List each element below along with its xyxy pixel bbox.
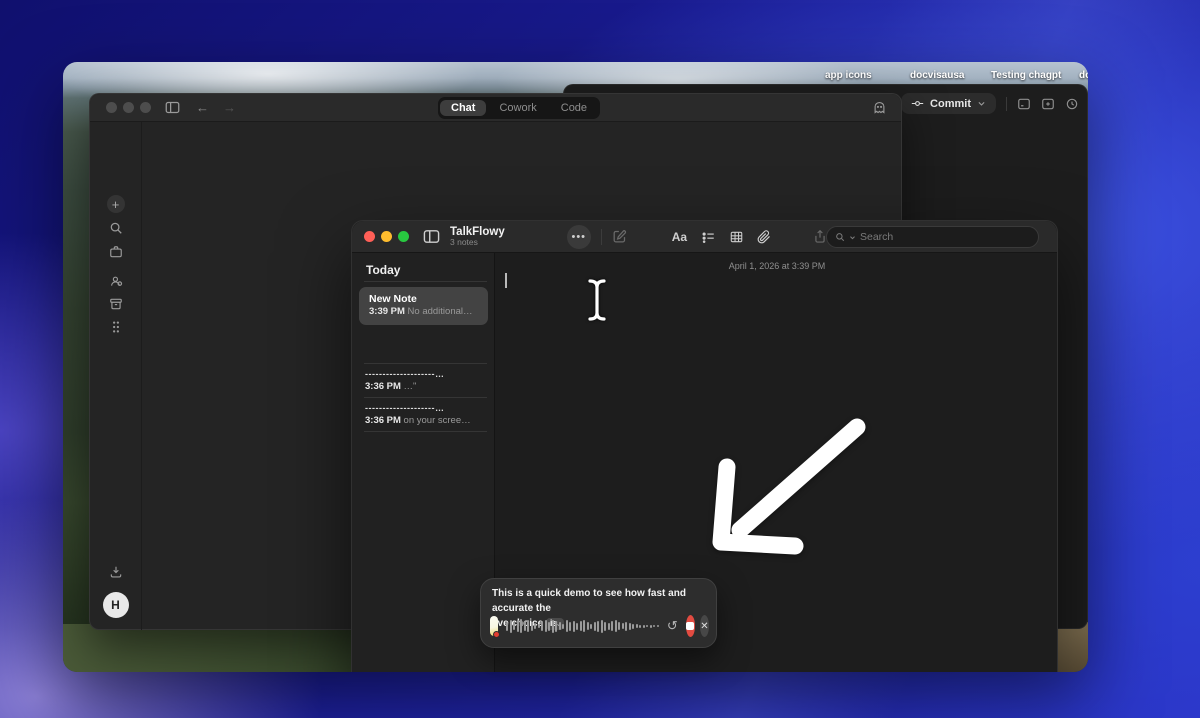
note-title: --------------------… [365, 369, 485, 379]
dictation-overlay: This is a quick demo to see how fast and… [480, 578, 717, 648]
back-arrow-icon[interactable]: ← [196, 100, 209, 115]
desktop-item-label[interactable]: docvisausa [910, 70, 964, 81]
note-date: April 1, 2026 at 3:39 PM [495, 261, 1059, 271]
restart-icon[interactable]: ↺ [667, 618, 678, 634]
paperclip-icon[interactable] [757, 230, 771, 244]
terminal-panel-icon[interactable] [1017, 97, 1031, 111]
minimize-window-button[interactable] [123, 102, 134, 113]
new-item-button[interactable]: + [107, 195, 125, 213]
zoom-window-button[interactable] [140, 102, 151, 113]
dictation-controls: ↺ ✕ [490, 614, 709, 638]
minimize-window-button[interactable] [381, 231, 392, 242]
divider [364, 363, 487, 364]
close-window-button[interactable] [106, 102, 117, 113]
divider [364, 397, 487, 398]
contact-chat-icon[interactable] [109, 274, 123, 288]
briefcase-icon[interactable] [109, 245, 123, 259]
window-subtitle: 3 notes [450, 238, 505, 247]
divider [364, 281, 487, 282]
more-options-button[interactable]: ••• [567, 225, 591, 249]
search-placeholder: Search [860, 231, 893, 243]
close-icon[interactable]: ✕ [700, 615, 709, 637]
commit-button[interactable]: Commit [901, 93, 996, 114]
tab-chat[interactable]: Chat [440, 100, 486, 116]
history-icon[interactable] [1065, 97, 1079, 111]
notes-sidebar: Today New Note 3:39 PM No additional… --… [352, 253, 495, 672]
note-list-item-selected[interactable]: New Note 3:39 PM No additional… [359, 287, 488, 325]
text-caret [505, 273, 507, 288]
avatar[interactable]: H [103, 592, 129, 618]
search-icon[interactable] [109, 221, 123, 235]
table-icon[interactable] [729, 230, 744, 244]
commit-label: Commit [930, 98, 971, 110]
desktop-item-label[interactable]: Testing chagpt [991, 70, 1061, 81]
toolbar-divider [601, 229, 602, 245]
ibeam-cursor [586, 277, 608, 323]
section-header: Today [366, 263, 400, 277]
note-title: New Note [369, 293, 417, 305]
download-icon[interactable] [109, 565, 123, 579]
notes-titlebar[interactable]: TalkFlowy 3 notes ••• Aa ••• Search [352, 221, 1057, 253]
desktop-item-label[interactable]: do [1079, 70, 1088, 81]
divider [364, 431, 487, 432]
desktop-item-label[interactable]: app icons [825, 70, 872, 81]
chat-tabs: Chat Cowork Code [438, 97, 600, 119]
close-window-button[interactable] [364, 231, 375, 242]
search-field[interactable]: Search [826, 226, 1039, 248]
share-icon[interactable] [813, 229, 827, 244]
chevron-down-icon [977, 99, 986, 108]
stop-recording-button[interactable] [686, 615, 695, 637]
note-preview: No additional… [408, 306, 473, 317]
note-title: --------------------… [365, 403, 485, 413]
window-title-block: TalkFlowy 3 notes [450, 226, 505, 247]
toolbar-divider [1006, 97, 1007, 111]
tab-cowork[interactable]: Cowork [488, 100, 547, 116]
chat-titlebar[interactable]: ← → Chat Cowork Code [90, 94, 901, 122]
note-preview: on your scree… [404, 415, 471, 426]
note-time: 3:39 PM [369, 306, 405, 317]
chevron-down-icon [849, 234, 856, 241]
format-text-icon[interactable]: Aa [672, 230, 687, 244]
apps-grid-icon[interactable] [109, 320, 122, 335]
sidebar-toggle-icon[interactable] [165, 101, 180, 114]
archive-box-icon[interactable] [109, 297, 123, 311]
forward-arrow-icon[interactable]: → [223, 100, 236, 115]
note-time: 3:36 PM [365, 381, 401, 392]
tab-code[interactable]: Code [550, 100, 598, 116]
checklist-icon[interactable] [701, 230, 716, 244]
zoom-window-button[interactable] [398, 231, 409, 242]
sidebar-toggle-icon[interactable] [423, 229, 440, 244]
recording-dot [493, 631, 500, 638]
note-preview: …" [404, 381, 417, 392]
desktop: { "desktop": { "labels": ["app icons", "… [0, 0, 1200, 718]
chat-left-rail: + H [90, 122, 142, 630]
audio-waveform [506, 616, 659, 636]
new-panel-icon[interactable] [1041, 97, 1055, 111]
compose-note-icon[interactable] [612, 229, 627, 244]
git-commit-icon [911, 97, 924, 110]
notes-app-icon[interactable] [490, 616, 498, 636]
assistant-ghost-icon[interactable] [872, 100, 887, 115]
note-time: 3:36 PM [365, 415, 401, 426]
search-icon [835, 232, 845, 242]
